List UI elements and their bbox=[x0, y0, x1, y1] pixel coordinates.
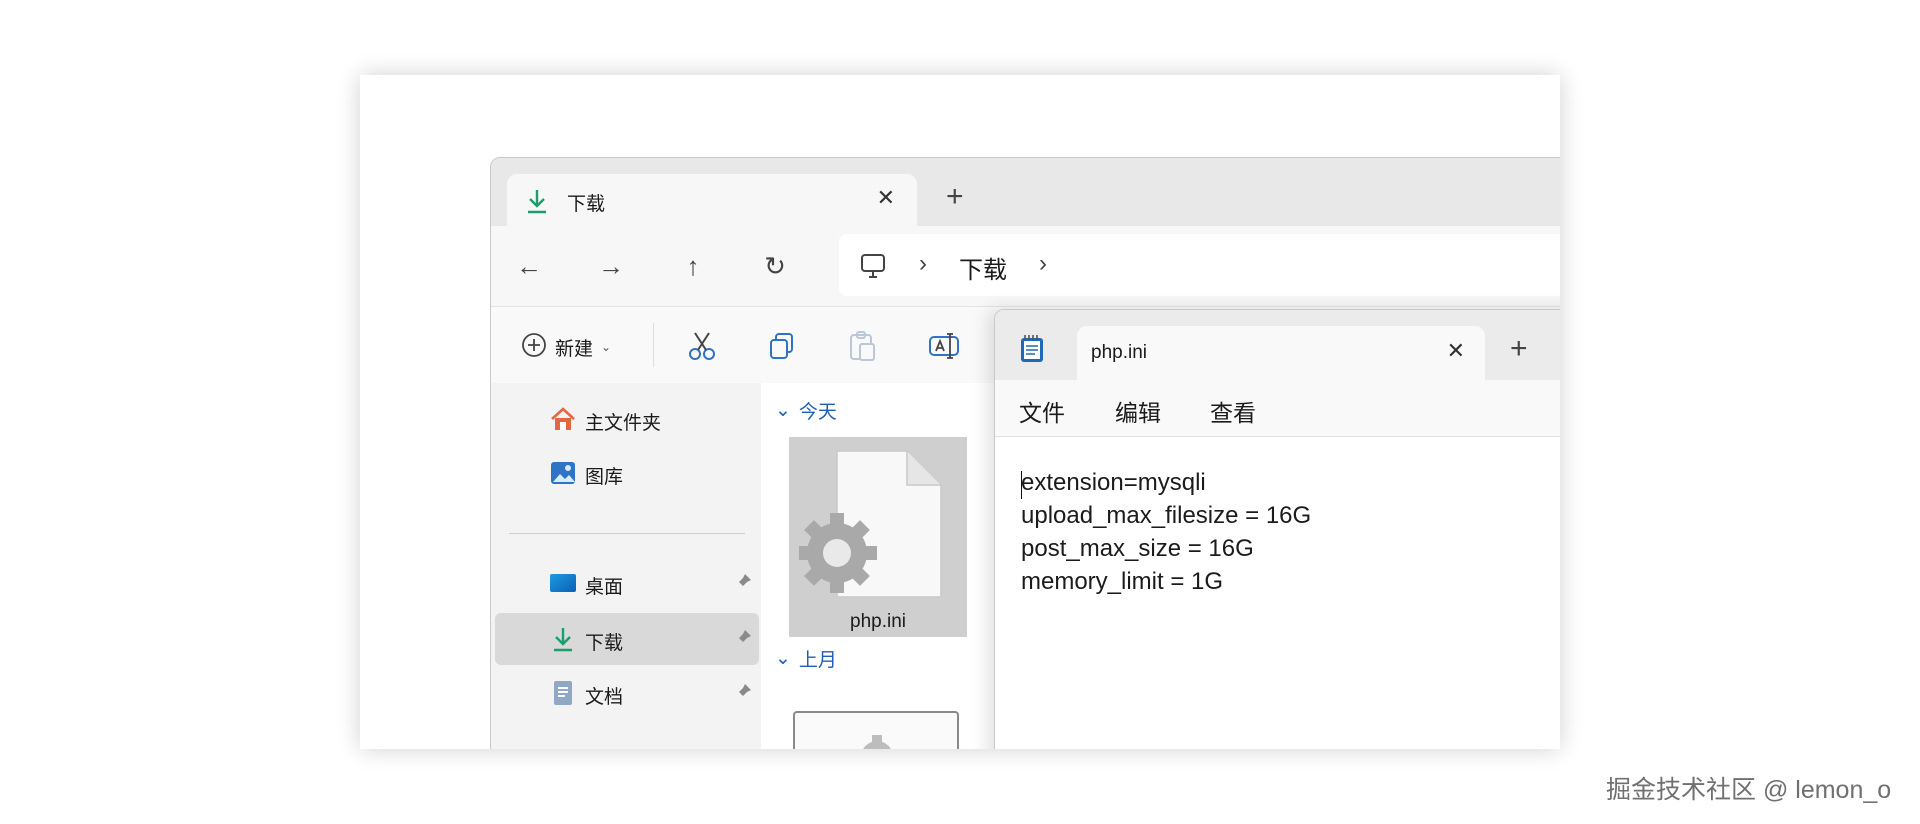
menu-edit[interactable]: 编辑 bbox=[1115, 394, 1161, 428]
refresh-icon[interactable]: ↻ bbox=[755, 246, 795, 286]
watermark-text: 掘金技术社区 @ lemon_o bbox=[1606, 776, 1892, 804]
forward-arrow-icon[interactable]: → bbox=[591, 246, 631, 286]
notepad-app-icon bbox=[1019, 334, 1045, 369]
sidebar-item-home[interactable]: 主文件夹 bbox=[495, 393, 759, 445]
settings-file-icon bbox=[797, 447, 949, 612]
notepad-text-editor[interactable]: extension=mysqli upload_max_filesize = 1… bbox=[995, 437, 1560, 749]
paste-icon[interactable] bbox=[845, 329, 879, 363]
editor-line: upload_max_filesize = 16G bbox=[1021, 502, 1312, 529]
breadcrumb-chevron-icon[interactable]: › bbox=[1039, 250, 1047, 278]
group-header-label: 上月 bbox=[798, 650, 837, 671]
group-header-last-month[interactable]: ⌄ 上月 bbox=[775, 645, 837, 672]
file-item-php-ini[interactable]: php.ini bbox=[789, 437, 967, 637]
notepad-menu-bar: 文件 编辑 查看 bbox=[995, 380, 1560, 437]
sidebar-item-label: 下载 bbox=[585, 633, 624, 654]
chevron-down-icon: ⌄ bbox=[601, 340, 612, 354]
sidebar-item-label: 主文件夹 bbox=[585, 413, 662, 434]
download-icon bbox=[525, 187, 549, 220]
breadcrumb-downloads[interactable]: 下载 bbox=[959, 250, 1007, 285]
chevron-down-icon: ⌄ bbox=[775, 648, 791, 669]
notepad-window: php.ini ✕ + 文件 编辑 查看 extension=mysqli up… bbox=[994, 309, 1560, 749]
desktop-icon bbox=[549, 569, 577, 602]
gallery-icon bbox=[549, 459, 577, 492]
notepad-new-tab-button[interactable]: + bbox=[1510, 334, 1528, 364]
editor-line: extension=mysqli bbox=[1021, 469, 1206, 496]
explorer-tab-downloads[interactable]: 下载 ✕ bbox=[507, 174, 917, 226]
cut-icon[interactable] bbox=[685, 329, 719, 363]
menu-view[interactable]: 查看 bbox=[1210, 394, 1256, 428]
address-bar[interactable]: › 下载 › bbox=[839, 234, 1560, 296]
sidebar-item-label: 图库 bbox=[585, 467, 624, 488]
back-arrow-icon[interactable]: ← bbox=[509, 246, 549, 286]
pin-icon[interactable] bbox=[733, 682, 753, 707]
editor-line: memory_limit = 1G bbox=[1021, 568, 1224, 595]
group-header-today[interactable]: ⌄ 今天 bbox=[775, 397, 837, 424]
settings-file-icon bbox=[855, 731, 899, 749]
screenshot-frame: 下载 ✕ + ← → ↑ ↻ › 下载 › 新建 ⌄ 主文件夹 图库 桌面 下载… bbox=[360, 75, 1560, 749]
new-item-button[interactable]: 新建 ⌄ bbox=[521, 332, 611, 362]
file-item-thumbnail[interactable] bbox=[793, 711, 959, 749]
notepad-tab-bar: php.ini ✕ + bbox=[995, 310, 1560, 380]
sidebar-item-gallery[interactable]: 图库 bbox=[495, 447, 759, 499]
explorer-tab-title: 下载 bbox=[567, 194, 606, 215]
home-icon bbox=[549, 405, 577, 438]
rename-icon[interactable] bbox=[927, 329, 961, 363]
document-icon bbox=[549, 679, 577, 712]
notepad-tab-php-ini[interactable]: php.ini ✕ bbox=[1077, 326, 1485, 380]
copy-icon[interactable] bbox=[765, 329, 799, 363]
chevron-down-icon: ⌄ bbox=[775, 400, 791, 421]
explorer-navigation-bar: ← → ↑ ↻ › 下载 › bbox=[491, 226, 1560, 306]
explorer-tab-close-icon[interactable]: ✕ bbox=[877, 185, 895, 211]
notepad-tab-close-icon[interactable]: ✕ bbox=[1447, 338, 1465, 364]
add-circle-icon bbox=[521, 332, 547, 363]
sidebar-item-label: 文档 bbox=[585, 687, 624, 708]
sidebar-item-desktop[interactable]: 桌面 bbox=[495, 557, 759, 609]
explorer-tab-bar: 下载 ✕ + bbox=[491, 158, 1560, 226]
group-header-label: 今天 bbox=[798, 402, 837, 423]
this-pc-icon[interactable] bbox=[859, 252, 887, 285]
notepad-tab-title: php.ini bbox=[1091, 342, 1147, 363]
sidebar-divider bbox=[509, 533, 745, 534]
menu-file[interactable]: 文件 bbox=[1019, 394, 1065, 428]
explorer-new-tab-button[interactable]: + bbox=[946, 182, 964, 212]
file-name-label: php.ini bbox=[850, 611, 906, 632]
navigation-pane: 主文件夹 图库 桌面 下载 文档 bbox=[491, 383, 761, 749]
sidebar-item-downloads[interactable]: 下载 bbox=[495, 613, 759, 665]
up-arrow-icon[interactable]: ↑ bbox=[673, 246, 713, 286]
sidebar-item-documents[interactable]: 文档 bbox=[495, 667, 759, 719]
pin-icon[interactable] bbox=[733, 572, 753, 597]
editor-line: post_max_size = 16G bbox=[1021, 535, 1254, 562]
download-icon bbox=[549, 625, 577, 658]
new-item-label: 新建 bbox=[555, 338, 594, 360]
breadcrumb-chevron-icon[interactable]: › bbox=[919, 250, 927, 278]
toolbar-divider bbox=[653, 323, 654, 367]
pin-icon[interactable] bbox=[733, 628, 753, 653]
sidebar-item-label: 桌面 bbox=[585, 577, 624, 598]
